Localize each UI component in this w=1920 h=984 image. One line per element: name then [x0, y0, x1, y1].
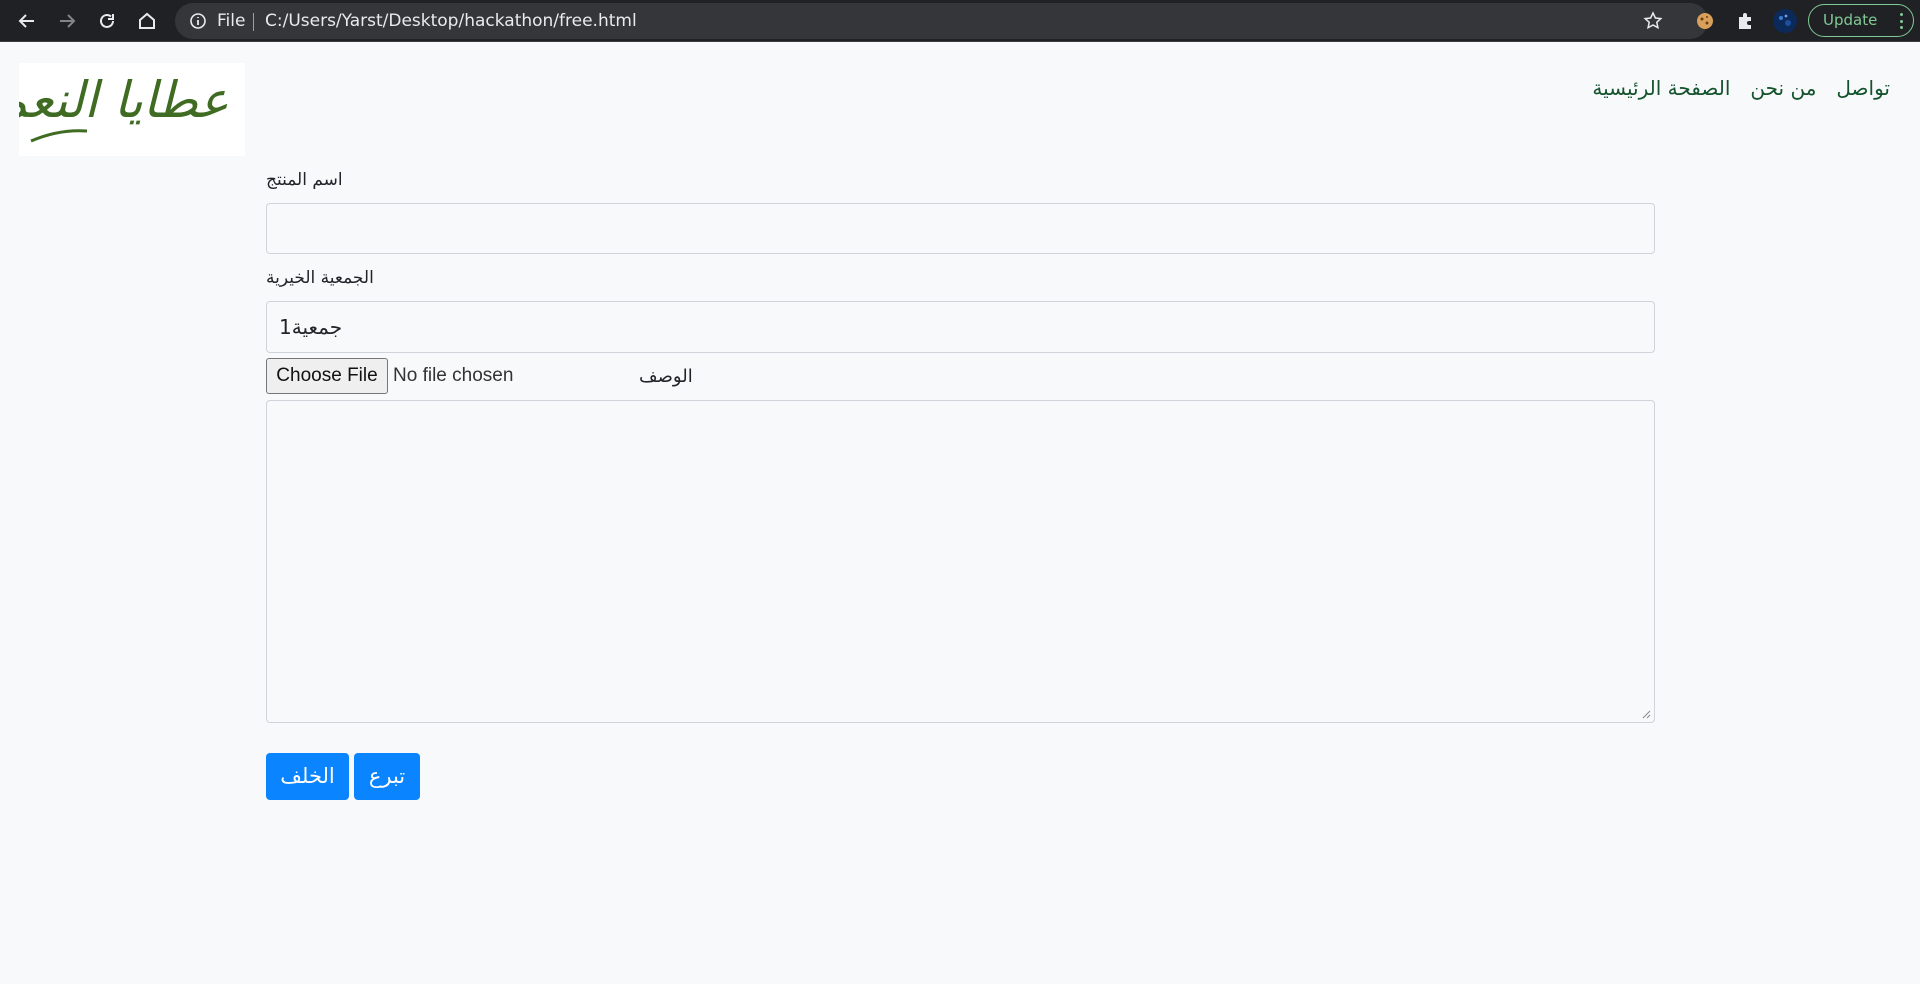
back-button[interactable]: الخلف	[266, 753, 349, 800]
resize-grip-icon[interactable]	[1641, 709, 1651, 719]
site-info-icon[interactable]	[189, 3, 207, 39]
site-logo[interactable]: عطايا النعم	[19, 63, 245, 156]
home-icon[interactable]	[132, 6, 162, 36]
update-label: Update	[1823, 11, 1878, 29]
address-bar[interactable]: File C:/Users/Yarst/Desktop/hackathon/fr…	[175, 3, 1708, 39]
nav-about[interactable]: من نحن	[1750, 76, 1816, 100]
url-text[interactable]: C:/Users/Yarst/Desktop/hackathon/free.ht…	[265, 3, 637, 39]
charity-select[interactable]: جمعية1	[266, 301, 1655, 353]
choose-file-button[interactable]: Choose File	[266, 358, 388, 394]
nav-contact[interactable]: تواصل	[1836, 76, 1890, 100]
description-label: الوصف	[639, 366, 693, 387]
omnibox-divider	[253, 13, 254, 31]
charity-value: جمعية1	[279, 315, 343, 339]
browser-toolbar: File C:/Users/Yarst/Desktop/hackathon/fr…	[0, 0, 1920, 42]
main-nav: تواصل من نحن الصفحة الرئيسية	[1592, 76, 1890, 100]
bookmark-star-icon[interactable]	[1643, 3, 1663, 39]
product-name-input[interactable]	[266, 203, 1655, 254]
logo-text: عطايا النعم	[19, 71, 229, 129]
description-textarea[interactable]	[266, 400, 1655, 723]
logo-swash	[30, 129, 88, 143]
extensions-puzzle-icon[interactable]	[1730, 6, 1760, 36]
nav-home[interactable]: الصفحة الرئيسية	[1592, 76, 1730, 100]
charity-label: الجمعية الخيرية	[266, 268, 374, 288]
donate-button[interactable]: تبرع	[354, 753, 420, 800]
file-status-text: No file chosen	[393, 365, 514, 386]
file-scheme-label: File	[217, 11, 246, 31]
update-button[interactable]: Update	[1808, 4, 1914, 37]
profile-avatar-icon[interactable]	[1770, 6, 1800, 36]
back-arrow-icon[interactable]	[12, 6, 42, 36]
product-name-label: اسم المنتج	[266, 170, 343, 190]
cookie-extension-icon[interactable]	[1690, 6, 1720, 36]
forward-arrow-icon[interactable]	[52, 6, 82, 36]
reload-icon[interactable]	[92, 6, 122, 36]
more-menu-icon[interactable]	[1899, 13, 1903, 29]
